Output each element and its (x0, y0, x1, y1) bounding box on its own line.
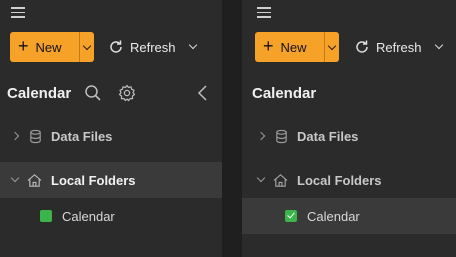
database-icon (276, 129, 287, 143)
chevron-right-icon[interactable] (10, 131, 20, 141)
hamburger-icon[interactable] (257, 7, 271, 18)
tree-item-label: Local Folders (51, 172, 136, 188)
chevron-down-icon[interactable] (256, 173, 266, 183)
refresh-chevron-down-icon[interactable] (188, 40, 197, 50)
new-button-main[interactable]: + New (255, 32, 324, 62)
tree-item-local-folders[interactable]: Local Folders (242, 162, 456, 198)
new-button-label: New (280, 39, 307, 55)
home-icon (273, 173, 288, 187)
new-button[interactable]: + New (255, 32, 339, 62)
tree-item-label: Data Files (297, 128, 359, 144)
new-button-main[interactable]: + New (10, 32, 79, 62)
tree-item-data-files[interactable]: Data Files (242, 118, 456, 154)
tree-item-local-folders[interactable]: Local Folders (0, 162, 222, 198)
plus-icon: + (263, 36, 274, 56)
refresh-label: Refresh (376, 39, 422, 55)
refresh-icon (110, 40, 122, 53)
refresh-chevron-down-icon[interactable] (434, 40, 443, 50)
refresh-button[interactable]: Refresh (354, 32, 443, 62)
chevron-down-icon (82, 41, 92, 50)
refresh-label: Refresh (130, 39, 176, 55)
pane-divider (222, 0, 242, 257)
home-icon (27, 173, 42, 187)
plus-icon: + (18, 36, 29, 56)
chevron-down-icon[interactable] (10, 173, 20, 183)
search-icon[interactable] (84, 84, 102, 102)
checkbox-icon[interactable] (285, 210, 297, 222)
new-button[interactable]: + New (10, 32, 94, 62)
calendar-color-icon[interactable] (40, 210, 52, 222)
tree-item-label: Data Files (51, 128, 113, 144)
tree-item-calendar[interactable]: Calendar (242, 198, 456, 234)
gear-icon[interactable] (118, 84, 136, 102)
tree-item-label: Calendar (62, 208, 115, 224)
refresh-button[interactable]: Refresh (108, 32, 197, 62)
new-button-label: New (35, 39, 62, 55)
tree-item-data-files[interactable]: Data Files (0, 118, 222, 154)
page-title: Calendar (7, 85, 72, 102)
chevron-down-icon (327, 41, 337, 50)
new-dropdown-button[interactable] (325, 32, 339, 62)
collapse-left-icon[interactable] (194, 84, 212, 102)
tree-item-calendar[interactable]: Calendar (0, 198, 222, 234)
right-panel: + New Refresh Calendar Data Files Local … (242, 0, 456, 257)
page-title: Calendar (252, 85, 317, 102)
left-panel: + New Refresh Calendar Data Files Local … (0, 0, 222, 257)
hamburger-icon[interactable] (11, 7, 25, 18)
chevron-right-icon[interactable] (256, 131, 266, 141)
new-dropdown-button[interactable] (80, 32, 94, 62)
tree-item-label: Local Folders (297, 172, 382, 188)
database-icon (30, 129, 41, 143)
refresh-icon (356, 40, 368, 53)
tree-item-label: Calendar (307, 208, 360, 224)
